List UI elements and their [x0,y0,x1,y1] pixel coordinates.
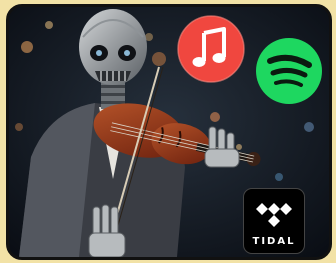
robot-head [79,9,147,85]
tidal-diamonds [256,203,292,227]
apple-music-note-icon [177,15,245,83]
tidal-logo-icon: TIDAL [243,188,305,254]
tidal-label: TIDAL [252,236,296,247]
image-frame: TIDAL [6,4,332,260]
spotify-logo-icon [256,38,322,104]
